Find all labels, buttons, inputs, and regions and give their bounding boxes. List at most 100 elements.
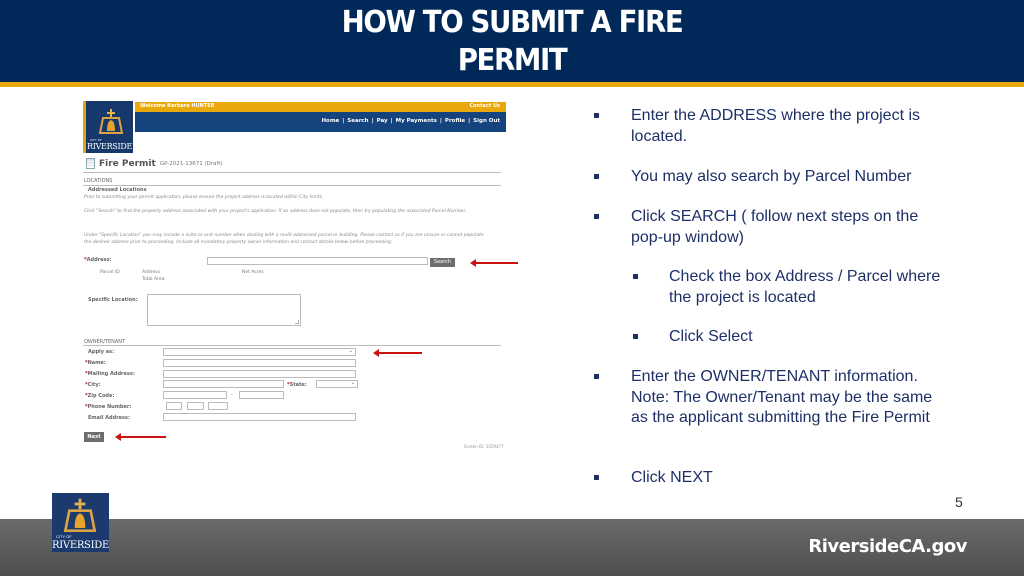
instruction-text: Enter the OWNER/TENANT information. Note…: [631, 368, 933, 426]
phone-prefix-input[interactable]: [187, 402, 204, 410]
divider: [83, 345, 501, 346]
bullet-icon: [633, 334, 638, 339]
addressed-locations-title: Addressed Locations: [88, 187, 147, 193]
bullet-icon: [594, 113, 599, 118]
city-label: *City:: [85, 382, 101, 388]
contact-us-link[interactable]: Contact Us: [469, 103, 500, 109]
mailing-label-text: Mailing Address:: [87, 371, 135, 377]
riverside-logo: CITY OF RIVERSIDE: [83, 101, 133, 153]
nav-links: Home | Search | Pay | My Payments | Prof…: [321, 118, 500, 124]
logo-name: RIVERSIDE: [86, 142, 133, 151]
info-text: Click "Search" to find the property addr…: [84, 209, 467, 214]
slide: HOW TO SUBMIT A FIRE PERMIT CITY OF RIVE…: [0, 0, 1024, 576]
address-input[interactable]: [207, 257, 428, 265]
bullet-icon: [594, 174, 599, 179]
mailing-address-label: *Mailing Address:: [85, 371, 135, 377]
nav-separator: |: [468, 118, 471, 124]
mailing-address-input[interactable]: [163, 370, 356, 378]
info-text: Under "Specific Location" you may includ…: [84, 233, 484, 245]
title-line-2: PERMIT: [457, 43, 568, 78]
zip-code-input[interactable]: [163, 391, 227, 399]
zip-extension-input[interactable]: [239, 391, 284, 399]
gold-divider: [0, 82, 1024, 87]
nav-home[interactable]: Home: [321, 118, 339, 124]
col-net-acres: Net Acres: [242, 270, 264, 275]
instruction-text: You may also search by Parcel Number: [631, 168, 912, 185]
divider: [83, 185, 501, 186]
bullet-icon: [594, 374, 599, 379]
chevron-down-icon: ⌄: [350, 380, 355, 386]
instruction-text: Enter the ADDRESS where the project is l…: [631, 107, 921, 145]
red-arrow-apply-as: [373, 349, 422, 357]
portal-topbar: Welcome Barbara HUNTER Contact Us: [135, 102, 506, 112]
title-banner: HOW TO SUBMIT A FIRE PERMIT: [0, 0, 1024, 82]
bell-tower-icon: [64, 498, 96, 532]
logo-city-of: CITY OF: [56, 534, 72, 539]
col-parcel-id: Parcel ID: [100, 270, 120, 275]
phone-label-text: Phone Number:: [87, 404, 132, 410]
apply-as-label: Apply as:: [88, 349, 115, 355]
zip-code-label: *Zip Code:: [85, 393, 114, 399]
city-label-text: City:: [87, 382, 101, 388]
permit-heading: Fire Permit GP-2021-13671 (Draft): [86, 158, 223, 169]
search-button[interactable]: Search: [430, 258, 455, 267]
red-arrow-next: [115, 433, 166, 441]
title-line-1: HOW TO SUBMIT A FIRE: [341, 5, 684, 40]
red-arrow-search: [470, 259, 518, 267]
total-area-label: Total Area:: [142, 277, 166, 282]
nav-profile[interactable]: Profile: [445, 118, 465, 124]
nav-my-payments[interactable]: My Payments: [396, 118, 437, 124]
email-address-label: Email Address:: [88, 415, 131, 421]
state-label: *State:: [287, 382, 307, 388]
nav-search[interactable]: Search: [347, 118, 368, 124]
col-address: Address: [142, 270, 160, 275]
apply-as-select[interactable]: ⌄: [163, 348, 356, 356]
welcome-text: Welcome Barbara HUNTER: [140, 103, 215, 109]
permit-id: GP-2021-13671 (Draft): [159, 160, 223, 167]
riverside-footer-logo: CITY OF RIVERSIDE: [52, 493, 109, 552]
state-select[interactable]: ⌄: [316, 380, 358, 388]
specific-location-label: Specific Location:: [88, 297, 138, 303]
nav-separator: |: [390, 118, 393, 124]
nav-separator: |: [371, 118, 374, 124]
screen-id: Screen ID: 1029477: [464, 444, 504, 449]
nav-pay[interactable]: Pay: [377, 118, 388, 124]
bullet-icon: [633, 274, 638, 279]
phone-area-code-input[interactable]: [166, 402, 182, 410]
slide-title: HOW TO SUBMIT A FIRE PERMIT: [41, 4, 983, 80]
bullet-icon: [594, 475, 599, 480]
portal-screenshot: CITY OF RIVERSIDE Welcome Barbara HUNTER…: [80, 98, 518, 458]
phone-line-input[interactable]: [208, 402, 228, 410]
page-number: 5: [955, 494, 963, 510]
name-label: *Name:: [85, 360, 106, 366]
zip-separator: -: [231, 392, 233, 398]
info-text: Prior to submitting your permit applicat…: [84, 195, 324, 200]
instruction-text: Click NEXT: [631, 469, 713, 486]
nav-separator: |: [439, 118, 442, 124]
address-label: *Address:: [84, 257, 111, 263]
instruction-text: Click Select: [669, 328, 753, 345]
state-label-text: State:: [289, 382, 307, 388]
bell-tower-icon: [99, 109, 123, 134]
portal-navbar: Home | Search | Pay | My Payments | Prof…: [135, 112, 506, 132]
nav-separator: |: [342, 118, 345, 124]
bullet-icon: [594, 214, 599, 219]
divider: [83, 172, 501, 173]
chevron-down-icon: ⌄: [348, 348, 353, 354]
nav-sign-out[interactable]: Sign Out: [473, 118, 500, 124]
specific-location-textarea[interactable]: [147, 294, 301, 326]
permit-title: Fire Permit: [99, 158, 156, 169]
email-address-input[interactable]: [163, 413, 356, 421]
instruction-text: Click SEARCH ( follow next steps on the …: [631, 208, 919, 246]
logo-name: RIVERSIDE: [52, 540, 109, 551]
city-input[interactable]: [163, 380, 284, 388]
zip-label-text: Zip Code:: [87, 393, 115, 399]
locations-section-title: LOCATIONS: [84, 178, 113, 184]
address-label-text: Address:: [86, 257, 112, 263]
footer-url: RiversideCA.gov: [808, 536, 967, 557]
name-input[interactable]: [163, 359, 356, 367]
next-button[interactable]: Next: [84, 432, 104, 442]
name-label-text: Name:: [87, 360, 106, 366]
phone-number-label: *Phone Number:: [85, 404, 131, 410]
instruction-text: Check the box Address / Parcel where the…: [669, 268, 941, 306]
